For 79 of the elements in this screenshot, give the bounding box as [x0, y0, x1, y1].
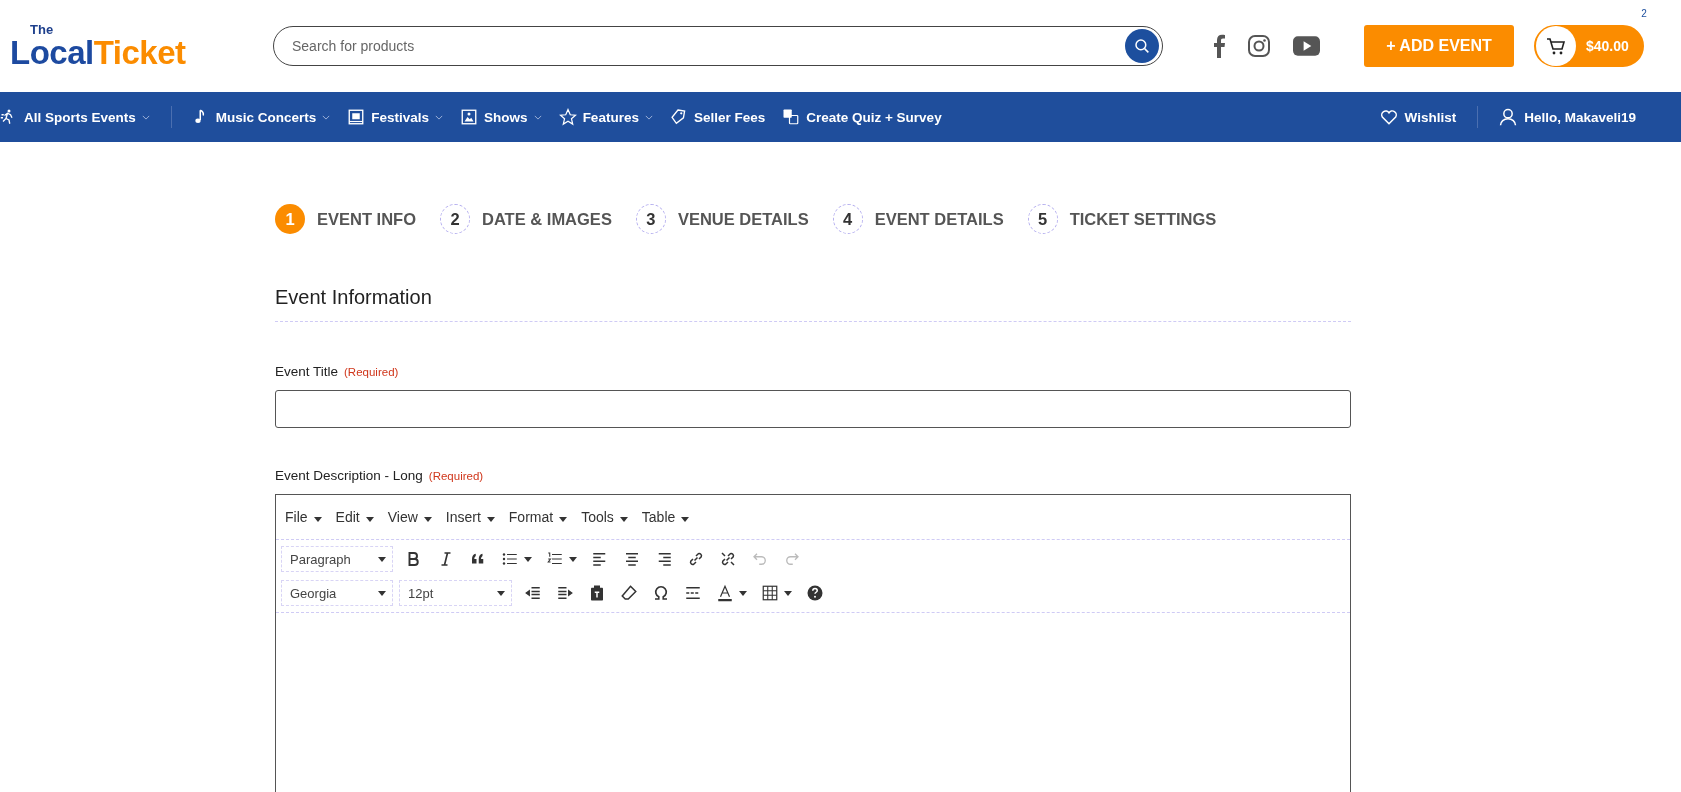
nav-menu-item[interactable]: Seller Fees: [669, 108, 766, 126]
broken-link-icon: [719, 550, 737, 568]
editor-menu[interactable]: Format: [508, 509, 568, 525]
caret-icon: [681, 517, 690, 522]
caret-icon: [739, 590, 747, 596]
field-label: Event Description - Long: [275, 468, 423, 483]
caret-icon: [378, 590, 386, 596]
cart-icon: [1536, 26, 1576, 66]
editor-menu[interactable]: Edit: [335, 509, 374, 525]
field-label: Event Title: [275, 364, 339, 379]
framed-picture-icon: [460, 108, 479, 126]
omega-icon: [652, 584, 670, 602]
align-center-icon: [623, 550, 641, 568]
nav-menu-item[interactable]: All Sports Events: [0, 108, 150, 126]
heart-icon: [1378, 107, 1399, 127]
step-tab[interactable]: 2 DATE & IMAGES: [440, 204, 612, 234]
dropdown-select[interactable]: Georgia: [281, 580, 393, 606]
caret-icon: [313, 517, 322, 522]
required-note: (Required): [428, 470, 484, 482]
caret-icon: [486, 517, 495, 522]
chevron-down-icon: [322, 114, 331, 120]
text-color-icon: [716, 584, 734, 602]
chevron-down-icon: [644, 114, 653, 120]
chevron-down-icon: [533, 114, 542, 120]
outdent-icon: [524, 584, 542, 602]
camera-icon[interactable]: [1247, 34, 1271, 58]
nav-menu-item[interactable]: Features: [558, 108, 653, 126]
table-grid-icon: [761, 584, 779, 602]
indent-icon: [556, 584, 574, 602]
section-heading: Event Information: [275, 286, 433, 309]
nav-menu-item[interactable]: Create Quiz + Survey: [782, 108, 942, 126]
caret-icon: [423, 517, 432, 522]
required-note: (Required): [344, 366, 399, 378]
cart-total: $40.00: [1586, 38, 1629, 54]
caret-icon: [784, 590, 792, 596]
step-tab[interactable]: 3 VENUE DETAILS: [635, 204, 809, 234]
bullet-list-icon: [501, 550, 519, 568]
input-field[interactable]: [275, 390, 1351, 428]
caret-icon: [365, 517, 374, 522]
star-icon: [558, 108, 577, 126]
rich-text-editor[interactable]: File Edit View Insert Format Tools Table Paragraph Georgia 12pt: [275, 494, 1351, 792]
editor-menu[interactable]: Table: [641, 509, 690, 525]
caret-icon: [497, 590, 505, 596]
nav-menu-item[interactable]: Hello, Makaveli19: [1498, 107, 1636, 127]
redo-icon: [783, 550, 801, 568]
play-icon[interactable]: [1293, 36, 1320, 56]
editor-menu[interactable]: Tools: [581, 509, 628, 525]
search-icon: [1133, 37, 1151, 55]
nav-menu-item[interactable]: Wishlist: [1378, 107, 1457, 127]
step-tab[interactable]: 4 EVENT DETAILS: [832, 204, 1004, 234]
user-icon: [1498, 107, 1519, 127]
dropdown-select[interactable]: Paragraph: [281, 546, 393, 572]
editor-menu[interactable]: View: [387, 509, 432, 525]
tag-icon: [669, 108, 688, 126]
site-logo[interactable]: The LocalTicket: [10, 23, 250, 69]
caret-icon: [524, 556, 532, 562]
nav-menu-item[interactable]: Music Concerts: [191, 108, 331, 126]
caret-icon: [619, 517, 628, 522]
editor-menu[interactable]: File: [285, 509, 322, 525]
caret-icon: [569, 556, 577, 562]
chevron-down-icon: [141, 114, 150, 120]
social-f-icon[interactable]: [1213, 34, 1225, 58]
editor-menu[interactable]: Insert: [445, 509, 495, 525]
step-tab[interactable]: 1 EVENT INFO: [275, 204, 416, 234]
nav-menu-item[interactable]: Festivals: [347, 108, 444, 126]
eraser-icon: [620, 584, 638, 602]
dropdown-select[interactable]: 12pt: [399, 580, 512, 606]
horizontal-rule-icon: [684, 584, 702, 602]
search-input[interactable]: Search for products: [290, 37, 1125, 55]
undo-icon: [751, 550, 769, 568]
caret-icon: [378, 556, 386, 562]
help-icon: [806, 584, 824, 602]
link-icon: [687, 550, 705, 568]
chevron-down-icon: [435, 114, 444, 120]
step-tab[interactable]: 5 TICKET SETTINGS: [1027, 204, 1217, 234]
nav-menu-item[interactable]: Shows: [460, 108, 542, 126]
search-button[interactable]: [1125, 29, 1159, 63]
caret-icon: [559, 517, 568, 522]
clipboard-icon: [588, 584, 606, 602]
